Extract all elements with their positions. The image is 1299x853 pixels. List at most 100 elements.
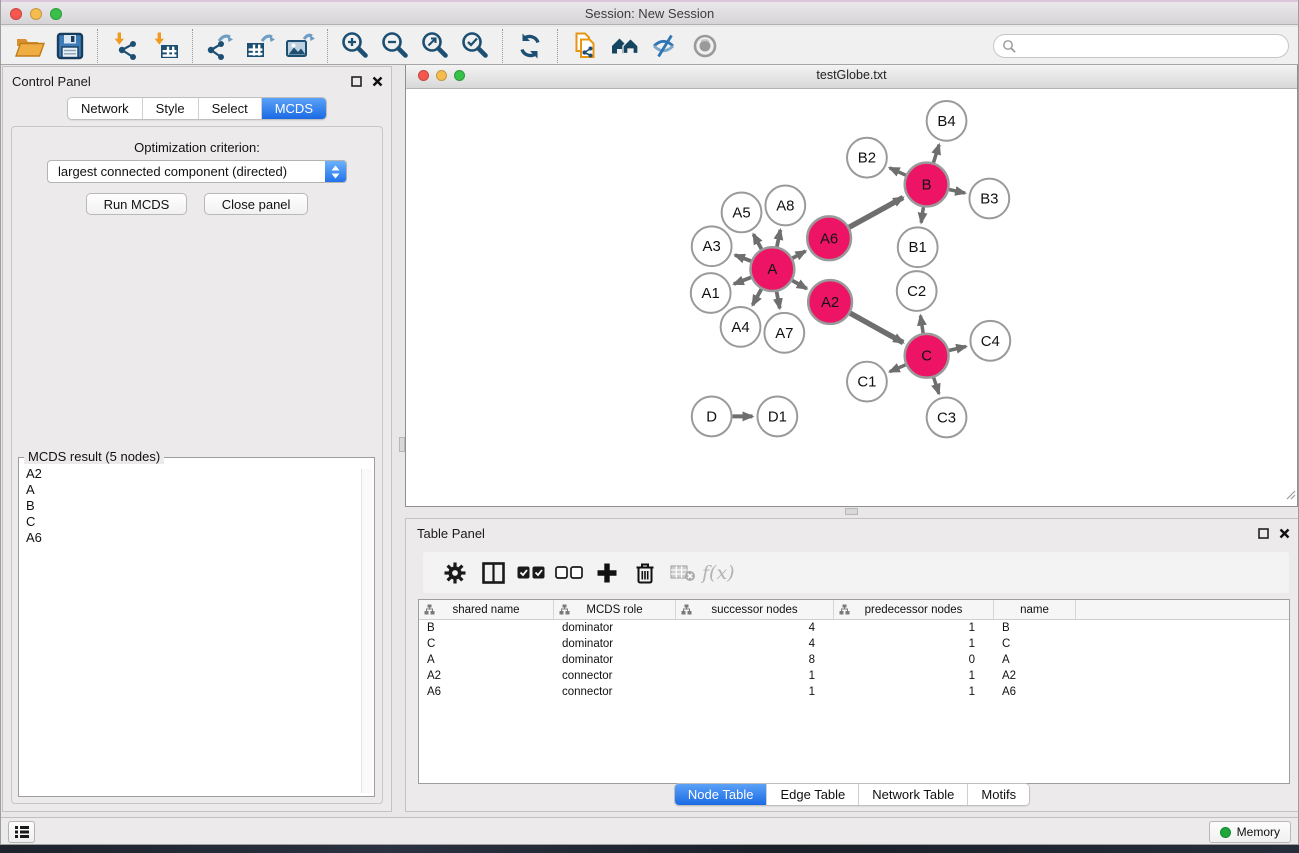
- table-row-A2[interactable]: A2connector11A2: [419, 668, 1289, 684]
- close-panel-icon[interactable]: [1279, 526, 1290, 544]
- graph-edge-A-A2[interactable]: [792, 280, 806, 288]
- graph-node-A1[interactable]: A1: [691, 273, 731, 313]
- tab-edge-table[interactable]: Edge Table: [766, 784, 858, 805]
- table-row-A6[interactable]: A6connector11A6: [419, 684, 1289, 700]
- show-graphics-details-icon[interactable]: [685, 29, 725, 63]
- tab-mcds[interactable]: MCDS: [261, 98, 326, 119]
- graph-node-C4[interactable]: C4: [970, 321, 1010, 361]
- network-canvas[interactable]: B4B2BB3A8A5A6A3B1AC2A1A2A4A7C4CC1DD1C3: [407, 90, 1296, 505]
- add-column-icon[interactable]: [588, 558, 626, 588]
- open-file-icon[interactable]: [10, 29, 50, 63]
- table-row-B[interactable]: Bdominator41B: [419, 620, 1289, 636]
- export-network-icon[interactable]: [200, 29, 240, 63]
- result-scrollbar[interactable]: [361, 469, 372, 793]
- result-item-a6[interactable]: A6: [23, 530, 358, 546]
- refresh-layout-icon[interactable]: [510, 29, 550, 63]
- graph-node-A7[interactable]: A7: [764, 313, 804, 353]
- graph-node-A5[interactable]: A5: [722, 193, 762, 233]
- zoom-fit-icon[interactable]: [415, 29, 455, 63]
- graph-edge-B-B1[interactable]: [921, 207, 923, 222]
- column-view-icon[interactable]: [474, 558, 512, 588]
- hide-graphics-details-icon[interactable]: [645, 29, 685, 63]
- memory-button[interactable]: Memory: [1209, 821, 1291, 843]
- graph-node-C1[interactable]: C1: [847, 362, 887, 402]
- graph-edge-C-C2[interactable]: [920, 316, 923, 333]
- table-row-A[interactable]: Adominator80A: [419, 652, 1289, 668]
- column-header-name[interactable]: name: [994, 600, 1076, 619]
- graph-edge-C-C4[interactable]: [949, 346, 966, 350]
- column-header-predecessor-nodes[interactable]: predecessor nodes: [834, 600, 994, 619]
- graph-node-B4[interactable]: B4: [927, 101, 967, 141]
- graph-edge-A-A8[interactable]: [777, 230, 780, 247]
- graph-node-A6[interactable]: A6: [807, 216, 851, 260]
- close-window-button[interactable]: [10, 8, 22, 20]
- run-mcds-button[interactable]: Run MCDS: [86, 193, 188, 215]
- result-item-a2[interactable]: A2: [23, 466, 358, 482]
- network-window-titlebar[interactable]: testGlobe.txt: [406, 63, 1297, 89]
- column-header-MCDS-role[interactable]: MCDS role: [554, 600, 676, 619]
- graph-edge-B-B4[interactable]: [933, 145, 939, 163]
- table-row-C[interactable]: Cdominator41C: [419, 636, 1289, 652]
- result-item-c[interactable]: C: [23, 514, 358, 530]
- result-item-b[interactable]: B: [23, 498, 358, 514]
- import-table-icon[interactable]: [145, 29, 185, 63]
- graph-node-C3[interactable]: C3: [927, 398, 967, 438]
- tab-network-table[interactable]: Network Table: [858, 784, 967, 805]
- graph-node-A8[interactable]: A8: [765, 186, 805, 226]
- graph-node-A3[interactable]: A3: [692, 226, 732, 266]
- float-panel-icon[interactable]: [1258, 526, 1269, 544]
- graph-node-C[interactable]: C: [905, 334, 949, 378]
- graph-node-D[interactable]: D: [692, 397, 732, 437]
- tab-style[interactable]: Style: [142, 98, 198, 119]
- zoom-in-icon[interactable]: [335, 29, 375, 63]
- export-table-icon[interactable]: [240, 29, 280, 63]
- graph-node-B2[interactable]: B2: [847, 138, 887, 178]
- window-resize-grip[interactable]: [1284, 487, 1296, 505]
- graph-node-B3[interactable]: B3: [969, 179, 1009, 219]
- vertical-splitter-grip[interactable]: [399, 437, 405, 452]
- graph-edge-A2-C[interactable]: [850, 313, 903, 343]
- graph-edge-B-B3[interactable]: [949, 190, 965, 194]
- float-panel-icon[interactable]: [351, 74, 362, 92]
- graph-edge-A-A6[interactable]: [792, 251, 805, 258]
- minimize-window-button[interactable]: [30, 8, 42, 20]
- graph-edge-A-A5[interactable]: [753, 234, 761, 249]
- graph-edge-A-A7[interactable]: [777, 292, 780, 309]
- tab-motifs[interactable]: Motifs: [967, 784, 1029, 805]
- column-header-shared-name[interactable]: shared name: [419, 600, 554, 619]
- export-image-icon[interactable]: [280, 29, 320, 63]
- tab-node-table[interactable]: Node Table: [675, 784, 767, 805]
- horizontal-splitter-grip[interactable]: [845, 508, 858, 515]
- network-zoom-button[interactable]: [454, 70, 465, 81]
- graph-node-A4[interactable]: A4: [721, 307, 761, 347]
- graph-node-B[interactable]: B: [905, 163, 949, 207]
- graph-edge-A-A4[interactable]: [753, 289, 762, 305]
- network-minimize-button[interactable]: [436, 70, 447, 81]
- search-input[interactable]: [993, 34, 1289, 58]
- graph-edge-C-C3[interactable]: [934, 378, 939, 394]
- graph-node-A2[interactable]: A2: [808, 280, 852, 324]
- new-network-from-selection-icon[interactable]: [565, 29, 605, 63]
- select-all-icon[interactable]: [512, 558, 550, 588]
- tab-select[interactable]: Select: [198, 98, 261, 119]
- show-task-history-button[interactable]: [8, 821, 35, 843]
- delete-column-trash-icon[interactable]: [626, 558, 664, 588]
- graph-edge-A6-B[interactable]: [849, 198, 903, 228]
- graph-node-B1[interactable]: B1: [898, 227, 938, 267]
- table-settings-gear-icon[interactable]: [436, 558, 474, 588]
- network-close-button[interactable]: [418, 70, 429, 81]
- zoom-selected-icon[interactable]: [455, 29, 495, 63]
- result-item-a[interactable]: A: [23, 482, 358, 498]
- graph-edge-A-A3[interactable]: [735, 255, 751, 261]
- graph-node-A[interactable]: A: [750, 247, 794, 291]
- first-neighbors-icon[interactable]: [605, 29, 645, 63]
- close-panel-icon[interactable]: [372, 74, 383, 92]
- zoom-out-icon[interactable]: [375, 29, 415, 63]
- graph-node-C2[interactable]: C2: [897, 271, 937, 311]
- close-panel-button[interactable]: Close panel: [204, 193, 309, 215]
- column-header-successor-nodes[interactable]: successor nodes: [676, 600, 834, 619]
- graph-edge-A-A1[interactable]: [734, 277, 751, 284]
- graph-edge-C-C1[interactable]: [890, 365, 906, 372]
- graph-edge-B-B2[interactable]: [890, 168, 906, 175]
- zoom-window-button[interactable]: [50, 8, 62, 20]
